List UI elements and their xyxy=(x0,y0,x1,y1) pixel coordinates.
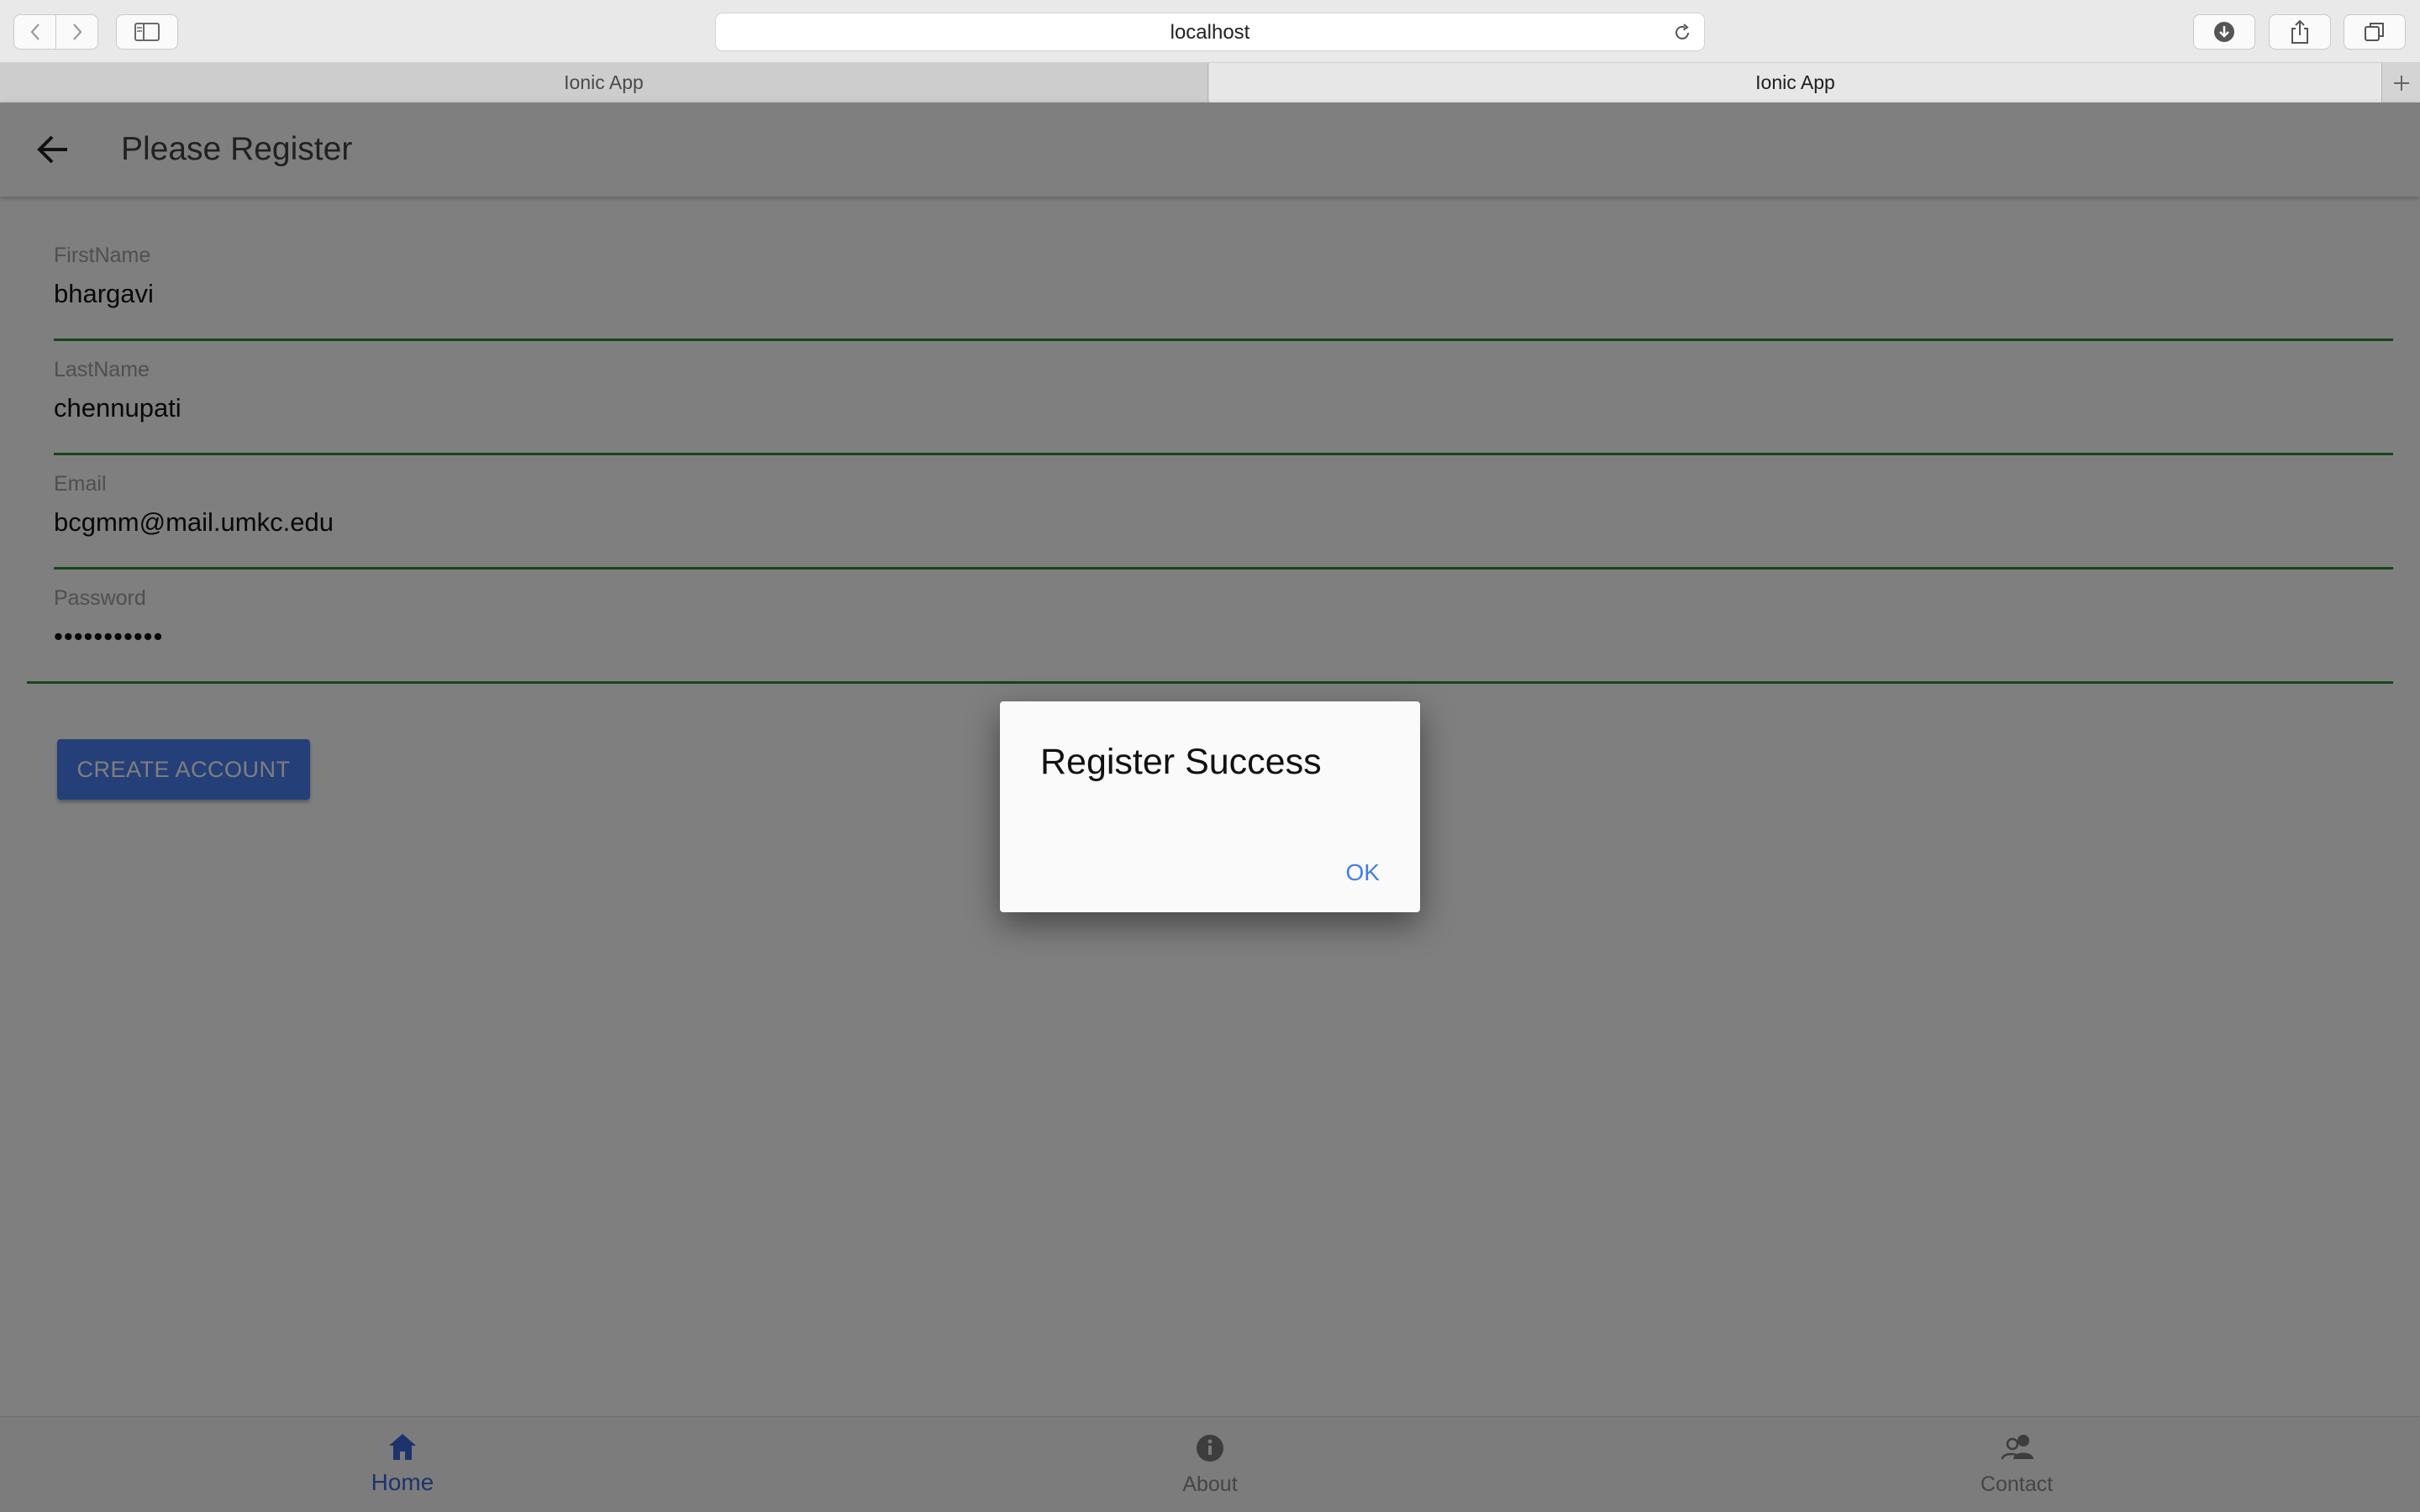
sidebar-icon xyxy=(134,23,160,41)
new-tab-button[interactable] xyxy=(2381,63,2420,102)
browser-forward-button[interactable] xyxy=(55,14,98,50)
show-tabs-button[interactable] xyxy=(2344,14,2406,50)
sidebar-toggle-button[interactable] xyxy=(116,14,178,50)
browser-tab-active[interactable]: Ionic App xyxy=(1209,63,2381,102)
share-icon xyxy=(2291,19,2308,44)
app-viewport: Please Register FirstName bhargavi LastN… xyxy=(0,102,2420,1512)
dialog-title: Register Success xyxy=(1040,742,1322,782)
browser-tab-bar: Ionic App Ionic App xyxy=(0,63,2420,102)
browser-toolbar: localhost xyxy=(0,0,2420,63)
reload-icon[interactable] xyxy=(1672,23,1692,43)
alert-dialog: Register Success OK xyxy=(1000,701,1420,912)
address-bar[interactable]: localhost xyxy=(715,13,1705,51)
plus-icon xyxy=(2393,75,2409,91)
download-icon xyxy=(2214,22,2234,42)
share-button[interactable] xyxy=(2269,14,2331,50)
address-url: localhost xyxy=(1170,21,1250,44)
chevron-left-icon xyxy=(30,24,39,40)
browser-back-button[interactable] xyxy=(13,14,56,50)
dialog-ok-button[interactable]: OK xyxy=(1346,859,1380,886)
tabs-icon xyxy=(2365,23,2384,41)
browser-tab[interactable]: Ionic App xyxy=(0,63,1208,102)
downloads-button[interactable] xyxy=(2193,14,2255,50)
chevron-right-icon xyxy=(72,24,82,40)
